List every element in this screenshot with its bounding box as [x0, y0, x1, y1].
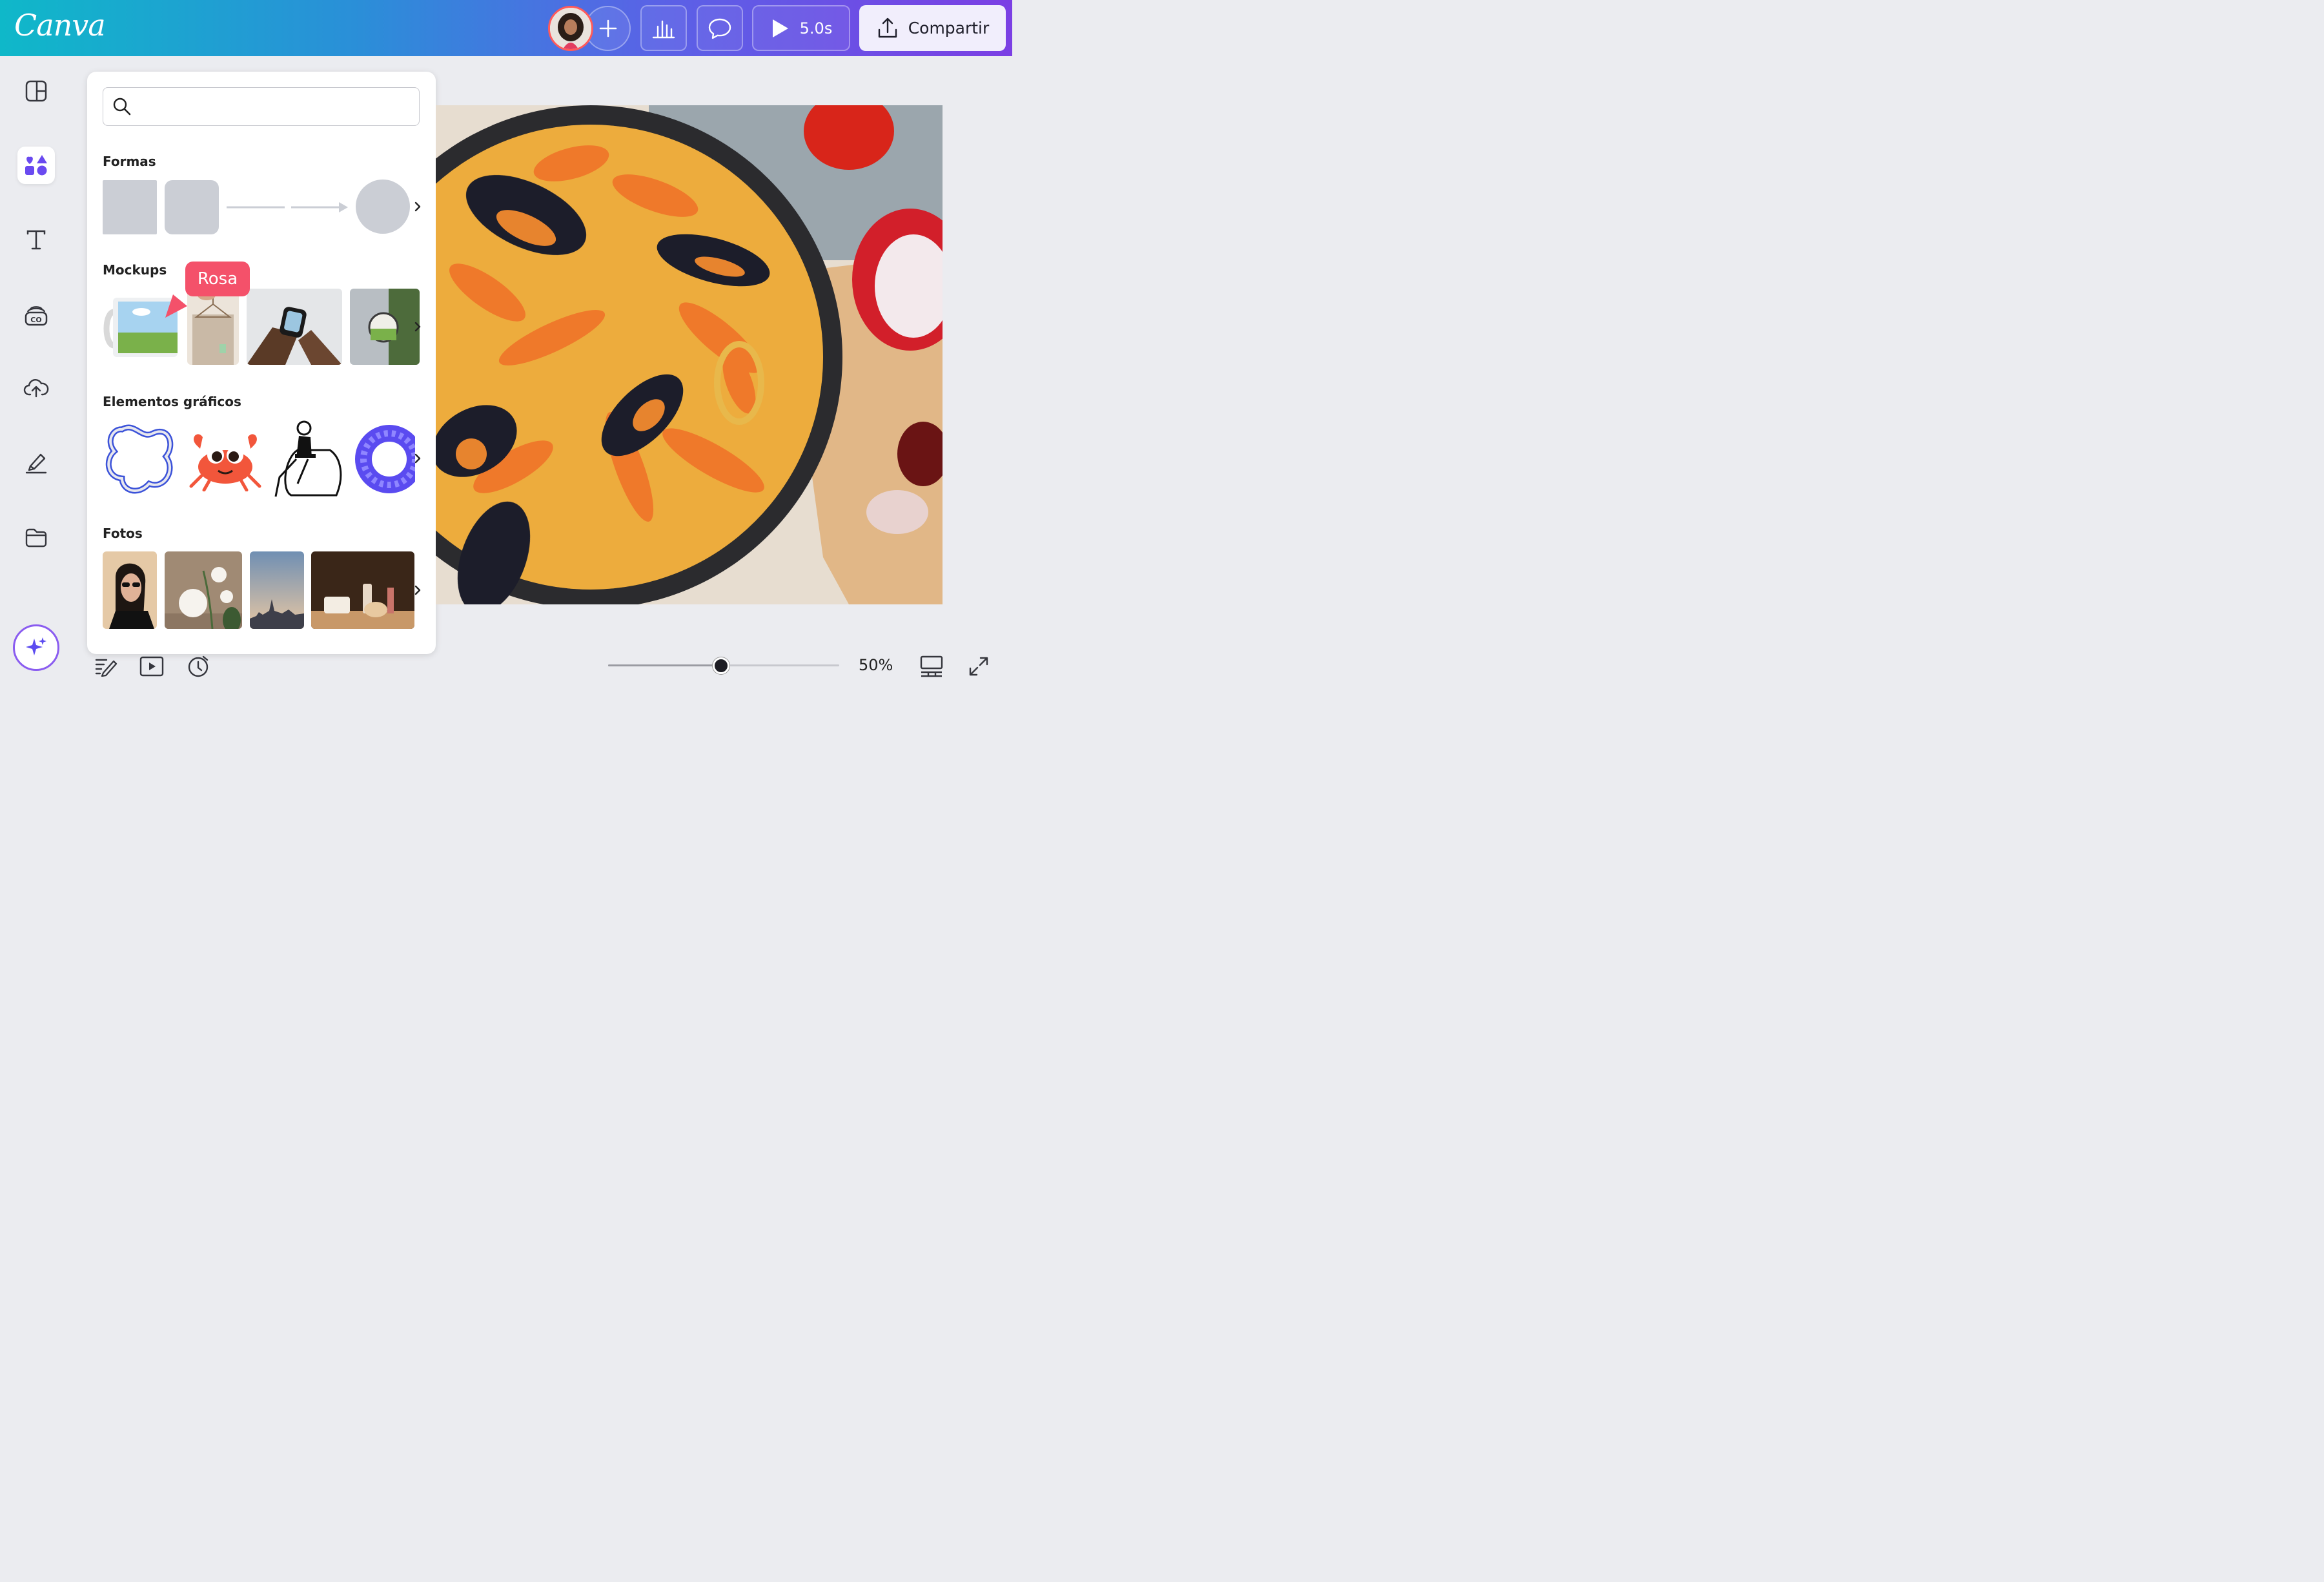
brand-icon: CO	[25, 306, 48, 326]
analytics-button[interactable]	[640, 5, 687, 51]
chevron-right-icon	[414, 453, 421, 464]
shape-circle[interactable]	[356, 180, 410, 234]
magic-assistant-button[interactable]	[13, 624, 59, 671]
mockup-smartwatch[interactable]	[247, 289, 342, 365]
mockup-tshirt-hanger[interactable]	[187, 289, 239, 365]
grid-view-button[interactable]	[917, 652, 946, 681]
canva-logo[interactable]: Canva	[14, 8, 106, 43]
sidebar-item-elements[interactable]	[17, 147, 55, 184]
share-button[interactable]: Compartir	[859, 5, 1006, 51]
projects-icon	[25, 528, 47, 548]
comment-button[interactable]	[697, 5, 743, 51]
photo-woman-sunglasses[interactable]	[103, 551, 157, 629]
zoom-slider-handle[interactable]	[713, 657, 730, 674]
comment-icon	[708, 18, 731, 39]
notes-icon	[95, 659, 117, 677]
section-title-mockups: Mockups	[103, 262, 167, 278]
analytics-icon	[652, 20, 675, 38]
search-box[interactable]	[103, 87, 420, 126]
shapes-next-button[interactable]	[410, 194, 425, 220]
zoom-level-label[interactable]: 50%	[859, 656, 893, 674]
shape-arrow[interactable]	[290, 198, 351, 216]
photo-white-flowers[interactable]	[165, 551, 242, 629]
notes-button[interactable]	[92, 652, 120, 681]
mockup-wall-mirror[interactable]	[350, 289, 420, 365]
upload-icon	[23, 379, 49, 398]
graphic-chrome-blob[interactable]	[103, 420, 179, 499]
sidebar-item-projects[interactable]	[17, 519, 55, 556]
collaborator-cursor-icon	[165, 294, 187, 318]
svg-text:CO: CO	[30, 316, 41, 324]
timer-button[interactable]	[184, 652, 212, 681]
sidebar-item-text[interactable]	[17, 221, 55, 258]
layout-icon	[25, 80, 47, 102]
canvas-design-image[interactable]	[436, 105, 943, 604]
section-title-graphics: Elementos gráficos	[103, 394, 241, 409]
collaborator-cursor-tooltip: Rosa	[185, 262, 250, 296]
mockups-next-button[interactable]	[410, 314, 425, 340]
shape-rounded-square[interactable]	[165, 180, 219, 234]
elements-panel: Formas Mockups Elementos gráficos Fotos	[87, 72, 436, 654]
graphics-next-button[interactable]	[410, 446, 425, 471]
share-icon	[878, 17, 897, 37]
fullscreen-icon	[969, 657, 988, 676]
grid-view-icon	[920, 655, 943, 677]
photo-cosmetics[interactable]	[311, 551, 414, 629]
magic-icon	[26, 637, 46, 655]
plus-icon	[599, 19, 617, 37]
chevron-right-icon	[414, 585, 421, 595]
search-input[interactable]	[138, 94, 409, 119]
play-icon	[772, 19, 788, 37]
present-play-button[interactable]: 5.0s	[752, 5, 850, 51]
chevron-right-icon	[414, 201, 421, 212]
sidebar-item-draw[interactable]	[17, 444, 55, 481]
play-duration: 5.0s	[799, 19, 833, 37]
search-icon	[113, 98, 131, 116]
chevron-right-icon	[414, 322, 421, 332]
text-icon	[26, 230, 46, 250]
zoom-slider-fill	[608, 664, 722, 666]
graphic-purple-ring[interactable]	[351, 419, 415, 499]
sidebar-item-uploads[interactable]	[17, 369, 55, 406]
sidebar-item-brand[interactable]: CO	[17, 296, 55, 334]
photo-city-skyline[interactable]	[250, 551, 304, 629]
sidebar-item-design[interactable]	[17, 72, 55, 110]
shape-line[interactable]	[225, 201, 286, 214]
top-bar: Canva 5.0s Compartir	[0, 0, 1012, 56]
present-button[interactable]	[138, 652, 166, 681]
elements-icon	[25, 155, 47, 176]
draw-icon	[25, 453, 47, 474]
fullscreen-button[interactable]	[964, 652, 993, 681]
present-icon	[139, 656, 164, 677]
share-label: Compartir	[908, 19, 990, 37]
graphic-person-laptop[interactable]	[272, 419, 347, 499]
section-title-shapes: Formas	[103, 154, 156, 169]
section-title-photos: Fotos	[103, 526, 143, 541]
photos-next-button[interactable]	[410, 577, 425, 603]
timer-icon	[188, 655, 209, 677]
shape-square[interactable]	[103, 180, 157, 234]
user-avatar[interactable]	[548, 6, 593, 51]
graphic-crab[interactable]	[186, 427, 265, 491]
